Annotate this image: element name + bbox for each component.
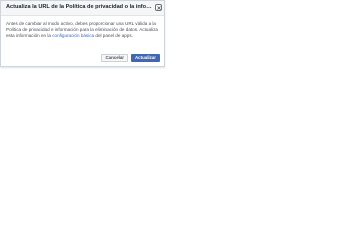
basic-settings-link[interactable]: configuración básica	[52, 33, 94, 38]
cancel-button[interactable]: Cancelar	[101, 54, 129, 62]
dialog-body: Antes de cambiar al modo activo, debes p…	[6, 21, 159, 39]
privacy-policy-dialog: Actualiza la URL de la Política de priva…	[0, 0, 165, 67]
body-text-end: del panel de apps.	[94, 33, 133, 38]
close-button[interactable]	[155, 4, 162, 11]
dialog-title: Actualiza la URL de la Política de priva…	[6, 4, 152, 10]
close-icon	[156, 5, 161, 10]
dialog-header: Actualiza la URL de la Política de priva…	[1, 1, 164, 16]
dialog-footer: Cancelar Actualizar	[101, 54, 160, 64]
update-button[interactable]: Actualizar	[131, 54, 160, 62]
